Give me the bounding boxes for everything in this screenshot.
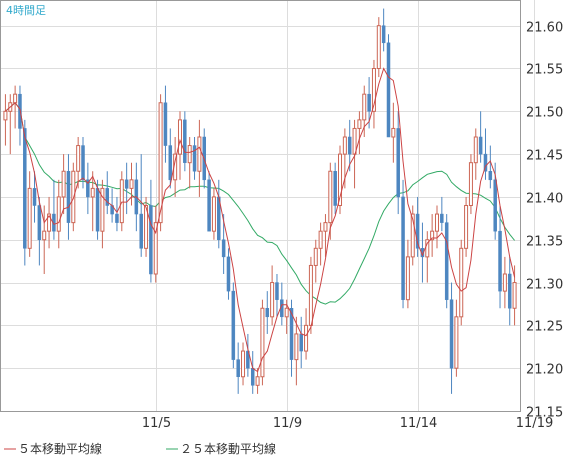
candle-body-up xyxy=(119,179,124,224)
candle-body-down xyxy=(226,256,231,292)
candle-body-up xyxy=(42,230,47,241)
candle-body-up xyxy=(241,350,246,378)
x-axis: 11/5 11/9 11/14 11/19 xyxy=(142,416,553,431)
candle-body-up xyxy=(502,273,507,292)
candle-body-down xyxy=(449,299,454,369)
candle-body-up xyxy=(270,282,275,318)
candle-body-down xyxy=(163,102,168,146)
candle-body-up xyxy=(318,230,323,249)
legend: ５本移動平均線 ２５本移動平均線 xyxy=(4,441,276,456)
candle-body-down xyxy=(139,213,143,249)
candle-body-down xyxy=(299,333,303,352)
x-tick-label: 11/9 xyxy=(273,416,302,431)
candle-body-up xyxy=(328,170,333,224)
candle-body-up xyxy=(308,264,313,326)
candle-body-down xyxy=(381,25,386,44)
candle-body-up xyxy=(187,145,192,164)
candle-body-down xyxy=(207,179,211,232)
candle-body-up xyxy=(342,136,347,155)
candle-body-up xyxy=(454,316,459,369)
candle-body-down xyxy=(440,213,444,223)
candle-body-up xyxy=(61,170,66,198)
y-axis: 21.60 21.55 21.50 21.45 21.40 21.35 21.30 21.25… xyxy=(526,21,563,421)
candle-body-down xyxy=(236,359,240,377)
x-tick-label: 11/19 xyxy=(516,416,553,431)
candle-body-down xyxy=(367,93,371,112)
legend-label-ma25: ２５本移動平均線 xyxy=(180,441,276,456)
candle-body-down xyxy=(488,171,493,181)
candle-body-up xyxy=(211,196,216,232)
candle-body-down xyxy=(386,42,391,138)
candle-body-up xyxy=(90,187,95,198)
x-tick-label: 11/14 xyxy=(400,416,437,431)
candle-body-down xyxy=(32,188,37,206)
chart-title: 4時間足 xyxy=(6,4,46,17)
y-tick-label: 21.25 xyxy=(526,320,563,335)
candle-body-up xyxy=(405,256,410,301)
candle-body-up xyxy=(352,127,357,155)
y-tick-label: 21.40 xyxy=(526,192,563,207)
y-tick-label: 21.50 xyxy=(526,106,563,121)
candle-body-up xyxy=(27,187,32,249)
y-tick-label: 21.45 xyxy=(526,149,563,164)
candle-body-up xyxy=(512,282,517,309)
candle-body-up xyxy=(473,136,478,164)
candle-body-up xyxy=(357,119,362,129)
candle-body-up xyxy=(468,162,473,206)
candle-body-down xyxy=(168,145,173,181)
candle-body-down xyxy=(149,205,153,275)
y-tick-label: 21.55 xyxy=(526,63,563,78)
candle-body-up xyxy=(56,196,61,232)
candle-body-up xyxy=(376,25,381,69)
x-tick-label: 11/5 xyxy=(142,416,171,431)
candle-body-up xyxy=(260,307,265,378)
candle-body-down xyxy=(333,171,337,206)
candle-body-up xyxy=(313,247,318,266)
candle-body-down xyxy=(498,230,502,292)
candle-body-down xyxy=(478,136,483,155)
candle-body-up xyxy=(434,213,439,232)
candle-body-down xyxy=(265,308,270,318)
candle-body-up xyxy=(304,324,309,352)
candle-body-up xyxy=(464,205,469,249)
candle-body-down xyxy=(81,145,85,181)
candle-body-up xyxy=(129,179,134,189)
candle-body-down xyxy=(396,128,400,198)
candle-body-up xyxy=(197,136,202,172)
candle-body-down xyxy=(507,273,512,309)
candle-body-down xyxy=(183,119,187,163)
y-tick-label: 21.60 xyxy=(526,21,563,36)
candle-body-down xyxy=(493,179,497,232)
candle-body-down xyxy=(401,196,405,300)
candle-body-down xyxy=(275,282,279,300)
candle-body-up xyxy=(284,307,289,318)
candle-body-down xyxy=(250,367,255,386)
candle-body-up xyxy=(459,247,464,318)
candle-body-down xyxy=(221,239,226,258)
candle-body-up xyxy=(13,93,18,104)
candle-body-down xyxy=(37,205,42,240)
y-tick-label: 21.20 xyxy=(526,363,563,378)
candle-body-down xyxy=(95,188,100,232)
candlestick-chart: 21.60 21.55 21.50 21.45 21.40 21.35 21.30 21.25… xyxy=(0,0,563,456)
legend-label-ma5: ５本移動平均線 xyxy=(18,441,102,456)
candle-body-down xyxy=(231,290,236,360)
candle-body-down xyxy=(347,136,352,155)
candle-body-up xyxy=(294,333,299,361)
candle-body-up xyxy=(177,119,182,155)
y-tick-label: 21.30 xyxy=(526,278,563,293)
candle-body-down xyxy=(23,128,27,249)
candle-body-down xyxy=(444,222,449,300)
candle-body-up xyxy=(391,127,396,138)
candle-body-down xyxy=(124,179,129,189)
candle-body-up xyxy=(255,376,260,386)
candle-body-up xyxy=(323,222,328,232)
candle-body-down xyxy=(66,171,71,223)
candle-body-down xyxy=(115,213,119,223)
y-tick-label: 21.35 xyxy=(526,235,563,250)
candle-body-up xyxy=(76,145,81,172)
candle-body-up xyxy=(3,110,8,121)
candle-body-up xyxy=(362,93,367,121)
